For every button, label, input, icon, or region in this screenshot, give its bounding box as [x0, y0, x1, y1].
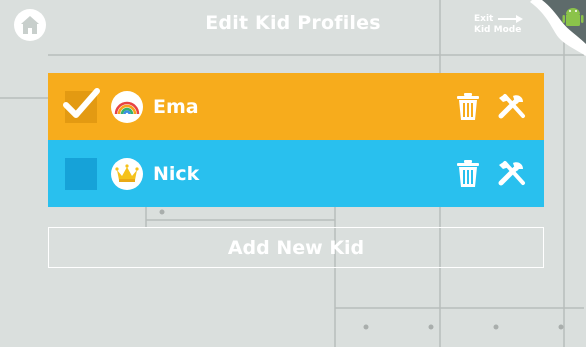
- tools-icon: [498, 160, 525, 185]
- arrow-right-icon: [498, 15, 523, 23]
- kid-select-checkbox[interactable]: [63, 87, 100, 123]
- page-curl-android-icon: [530, 0, 586, 56]
- kid-name: Nick: [153, 162, 200, 185]
- edit-kid-button[interactable]: [496, 158, 528, 190]
- edit-kid-button[interactable]: [496, 91, 528, 123]
- trash-icon: [457, 92, 479, 120]
- crown-icon: [115, 163, 139, 182]
- delete-kid-button[interactable]: [452, 158, 484, 190]
- exit-kid-mode-button[interactable]: Exit Kid Mode: [474, 0, 586, 58]
- kid-name: Ema: [153, 95, 199, 118]
- add-new-kid-button[interactable]: Add New Kid: [48, 227, 544, 268]
- kid-row-nick[interactable]: Nick: [48, 140, 544, 207]
- crown-avatar: [111, 157, 143, 190]
- rainbow-icon: [114, 101, 140, 114]
- rainbow-avatar: [111, 90, 143, 123]
- add-new-kid-label: Add New Kid: [227, 236, 365, 259]
- tools-icon: [498, 93, 525, 118]
- delete-kid-button[interactable]: [452, 91, 484, 123]
- checkmark-icon: [63, 87, 100, 118]
- kid-actions: [452, 91, 528, 123]
- kid-actions: [452, 158, 528, 190]
- kid-profile-list: Ema Nick: [48, 73, 544, 207]
- kid-row-ema[interactable]: Ema: [48, 73, 544, 140]
- trash-icon: [457, 159, 479, 187]
- kid-select-checkbox[interactable]: [65, 157, 97, 190]
